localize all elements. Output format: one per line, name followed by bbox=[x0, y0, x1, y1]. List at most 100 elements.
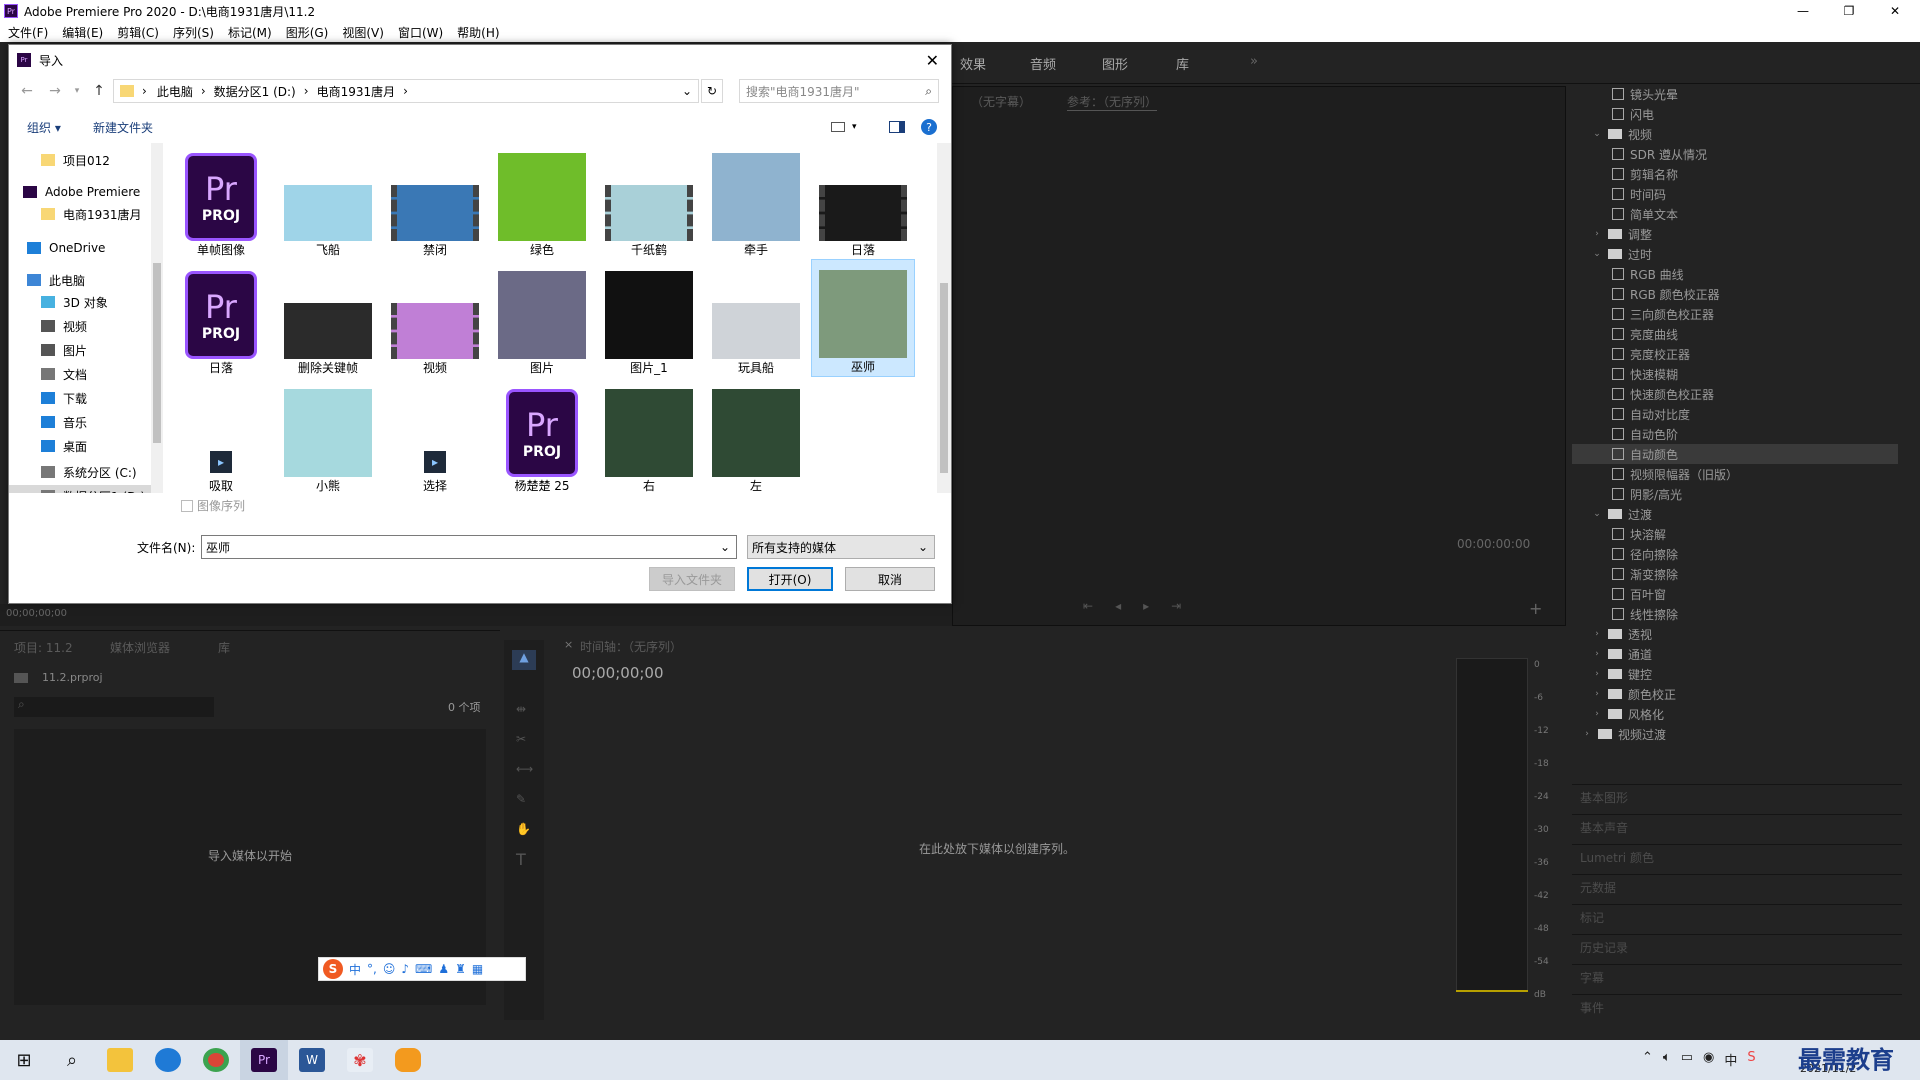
type-tool-icon[interactable]: T bbox=[516, 850, 526, 869]
open-button[interactable]: 打开(O) bbox=[747, 567, 833, 591]
menu-sequence[interactable]: 序列(S) bbox=[173, 24, 214, 41]
view-dropdown-icon[interactable]: ▾ bbox=[852, 122, 857, 132]
file-item[interactable]: 禁闭 bbox=[383, 141, 487, 259]
file-item[interactable]: Pr PROJ 日落 bbox=[169, 259, 273, 377]
chevron-right-icon[interactable]: › bbox=[1590, 669, 1604, 679]
ripple-edit-tool-icon[interactable]: ⇹ bbox=[516, 702, 526, 716]
menu-help[interactable]: 帮助(H) bbox=[457, 24, 499, 41]
new-folder-button[interactable]: 新建文件夹 bbox=[93, 119, 153, 136]
import-folder-button[interactable]: 导入文件夹 bbox=[649, 567, 735, 591]
nav-item[interactable]: 数据分区1 (D:) bbox=[9, 485, 159, 493]
effects-item[interactable]: 时间码 bbox=[1572, 184, 1898, 204]
add-button-icon[interactable]: + bbox=[1529, 599, 1542, 618]
menu-edit[interactable]: 编辑(E) bbox=[62, 24, 103, 41]
menu-window[interactable]: 窗口(W) bbox=[398, 24, 443, 41]
file-item[interactable]: 图片_1 bbox=[597, 259, 701, 377]
recent-locations-icon[interactable]: ▾ bbox=[67, 81, 87, 101]
tray-expand-icon[interactable]: ⌃ bbox=[1642, 1050, 1653, 1069]
file-item[interactable]: 巫师 bbox=[811, 259, 915, 377]
effects-item[interactable]: 渐变擦除 bbox=[1572, 564, 1898, 584]
nav-item[interactable]: OneDrive bbox=[9, 237, 159, 259]
side-section[interactable]: 标记 bbox=[1572, 904, 1902, 930]
chevron-right-icon[interactable]: › bbox=[1590, 229, 1604, 239]
project-search-input[interactable]: ⌕ bbox=[14, 697, 214, 717]
effects-folder[interactable]: › 风格化 bbox=[1572, 704, 1898, 724]
file-item[interactable]: 玩具船 bbox=[704, 259, 808, 377]
side-section[interactable]: 基本图形 bbox=[1572, 784, 1902, 810]
effects-item[interactable]: 线性擦除 bbox=[1572, 604, 1898, 624]
keyboard-icon[interactable]: ⌨ bbox=[415, 962, 432, 976]
workspace-tab-audio[interactable]: 音频 bbox=[1030, 54, 1056, 73]
file-item[interactable]: 删除关键帧 bbox=[276, 259, 380, 377]
file-item[interactable]: 右 bbox=[597, 377, 701, 495]
tab-project[interactable]: 项目: 11.2 bbox=[14, 639, 73, 656]
nav-item[interactable]: 图片 bbox=[9, 339, 159, 361]
workspace-tab-effects[interactable]: 效果 bbox=[960, 54, 986, 73]
ime-toolbar[interactable]: S 中 °, ☺ ♪ ⌨ ♟ ♜ ▦ bbox=[318, 957, 526, 981]
nav-item[interactable]: 3D 对象 bbox=[9, 291, 159, 313]
file-type-dropdown-icon[interactable]: ⌄ bbox=[918, 540, 928, 554]
nav-item[interactable]: 项目012 bbox=[9, 149, 159, 171]
network-icon[interactable]: ▭ bbox=[1681, 1050, 1693, 1069]
side-section[interactable]: Lumetri 颜色 bbox=[1572, 844, 1902, 870]
side-section[interactable]: 元数据 bbox=[1572, 874, 1902, 900]
nav-item[interactable]: 电商1931唐月 bbox=[9, 203, 159, 225]
captions-tab[interactable]: （无字幕） bbox=[971, 93, 1031, 110]
user-icon[interactable]: ♟ bbox=[438, 962, 449, 976]
menu-marker[interactable]: 标记(M) bbox=[228, 24, 272, 41]
pinwheel-taskbar[interactable]: ✾ bbox=[336, 1040, 384, 1080]
pen-tool-icon[interactable]: ✎ bbox=[516, 792, 526, 806]
effects-item[interactable]: SDR 遵从情况 bbox=[1572, 144, 1898, 164]
reference-tab[interactable]: 参考：（无序列） bbox=[1067, 93, 1158, 111]
side-section[interactable]: 字幕 bbox=[1572, 964, 1902, 990]
nav-item[interactable]: 视频 bbox=[9, 315, 159, 337]
edge-taskbar[interactable] bbox=[144, 1040, 192, 1080]
volume-icon[interactable]: 🔈︎ bbox=[1663, 1050, 1671, 1069]
step-back-icon[interactable]: ◂ bbox=[1115, 599, 1121, 615]
filename-dropdown-icon[interactable]: ⌄ bbox=[720, 540, 730, 554]
dialog-close-button[interactable]: ✕ bbox=[926, 51, 939, 70]
effects-item[interactable]: 三向颜色校正器 bbox=[1572, 304, 1898, 324]
effects-item[interactable]: 剪辑名称 bbox=[1572, 164, 1898, 184]
effects-folder[interactable]: › 键控 bbox=[1572, 664, 1898, 684]
file-item[interactable]: 千纸鹤 bbox=[597, 141, 701, 259]
side-section[interactable]: 历史记录 bbox=[1572, 934, 1902, 960]
effects-folder[interactable]: › 颜色校正 bbox=[1572, 684, 1898, 704]
microphone-icon[interactable]: ♪ bbox=[401, 962, 409, 976]
nav-item[interactable]: 下载 bbox=[9, 387, 159, 409]
slip-tool-icon[interactable]: ⟷ bbox=[516, 762, 533, 776]
chrome-taskbar[interactable] bbox=[192, 1040, 240, 1080]
effects-item[interactable]: 视频限幅器（旧版） bbox=[1572, 464, 1898, 484]
effects-item[interactable]: 自动色阶 bbox=[1572, 424, 1898, 444]
effects-item[interactable]: RGB 曲线 bbox=[1572, 264, 1898, 284]
input-method-icon[interactable]: 中 bbox=[1724, 1050, 1737, 1069]
effects-item[interactable]: 块溶解 bbox=[1572, 524, 1898, 544]
up-folder-icon[interactable]: ↑ bbox=[89, 81, 109, 101]
effects-item[interactable]: 自动颜色 bbox=[1572, 444, 1898, 464]
chevron-down-icon[interactable]: ⌄ bbox=[1590, 129, 1604, 139]
nav-item[interactable]: Adobe Premiere bbox=[9, 181, 159, 203]
step-forward-icon[interactable]: ⇥ bbox=[1171, 599, 1181, 615]
skin-icon[interactable]: ♜ bbox=[455, 962, 466, 976]
more-workspaces-icon[interactable]: » bbox=[1250, 54, 1258, 69]
file-item[interactable]: 飞船 bbox=[276, 141, 380, 259]
nav-item[interactable]: 此电脑 bbox=[9, 269, 159, 291]
chevron-right-icon[interactable]: › bbox=[1590, 689, 1604, 699]
refresh-icon[interactable]: ↻ bbox=[701, 79, 723, 103]
chevron-right-icon[interactable]: › bbox=[1580, 729, 1594, 739]
file-item[interactable]: 日落 bbox=[811, 141, 915, 259]
workspace-tab-library[interactable]: 库 bbox=[1176, 54, 1189, 73]
back-icon[interactable]: ← bbox=[17, 81, 37, 101]
maximize-button[interactable]: ❐ bbox=[1826, 0, 1872, 22]
effects-item[interactable]: 自动对比度 bbox=[1572, 404, 1898, 424]
file-item[interactable]: 绿色 bbox=[490, 141, 594, 259]
tray-app-icon[interactable]: ◉ bbox=[1703, 1050, 1714, 1069]
close-timeline-icon[interactable]: × bbox=[564, 638, 573, 651]
sogou-tray-icon[interactable]: S bbox=[1747, 1050, 1755, 1069]
file-item[interactable]: ▸ 选择 bbox=[383, 377, 487, 495]
effects-item[interactable]: 阴影/高光 bbox=[1572, 484, 1898, 504]
effects-item[interactable]: 快速颜色校正器 bbox=[1572, 384, 1898, 404]
breadcrumb-drive[interactable]: 数据分区1 (D:) bbox=[214, 83, 296, 100]
file-item[interactable]: ▸ 吸取 bbox=[169, 377, 273, 495]
address-bar[interactable]: › 此电脑 › 数据分区1 (D:) › 电商1931唐月 › ⌄ bbox=[113, 79, 699, 103]
